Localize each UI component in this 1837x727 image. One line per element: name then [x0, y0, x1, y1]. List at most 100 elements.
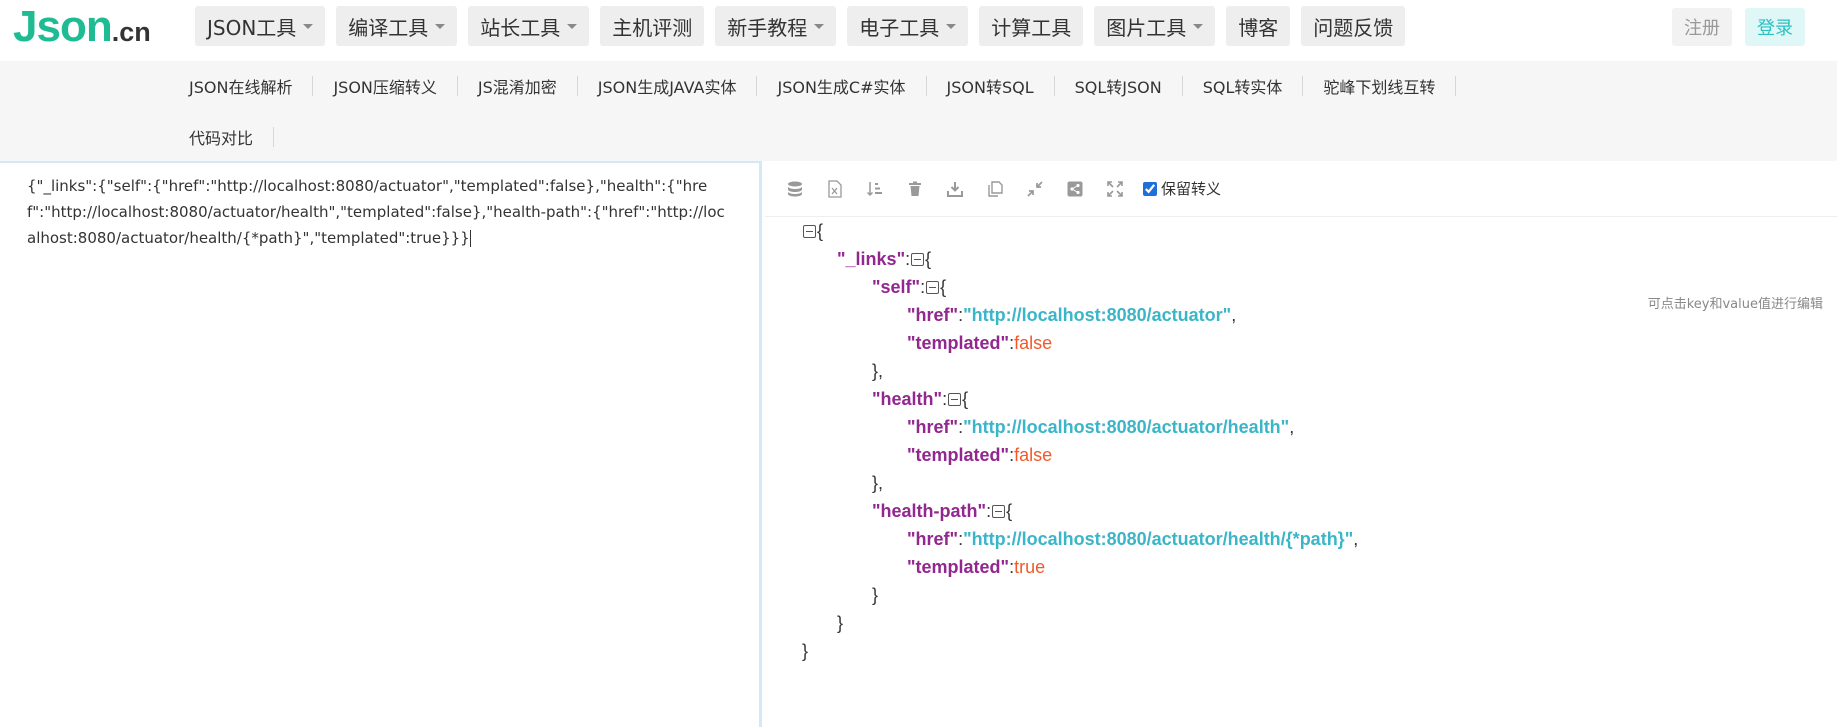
json-input-content: {"_links":{"self":{"href":"http://localh… — [27, 177, 725, 247]
json-bool-value[interactable]: true — [1014, 553, 1045, 581]
expand-icon[interactable] — [1103, 177, 1127, 201]
subnav-link-row1-5[interactable]: JSON转SQL — [927, 74, 1054, 98]
collapse-toggle-icon[interactable] — [926, 280, 940, 294]
viewer-toolbar: 保留转义 — [765, 161, 1837, 217]
sort-icon[interactable] — [863, 177, 887, 201]
trash-icon[interactable] — [903, 177, 927, 201]
tree-row: "_links":{ — [802, 245, 1358, 273]
caret-down-icon — [1193, 23, 1204, 29]
json-string-value[interactable]: "http://localhost:8080/actuator/health" — [963, 413, 1289, 441]
json-key[interactable]: "self" — [872, 273, 920, 301]
nav-item-label: JSON工具 — [207, 15, 297, 40]
tree-row: } — [872, 585, 879, 605]
compress-icon[interactable] — [1023, 177, 1047, 201]
nav-item-label: 编译工具 — [348, 15, 429, 40]
nav-item-6[interactable]: 计算工具 — [979, 6, 1084, 46]
auth-buttons: 注册 登录 — [1672, 8, 1805, 46]
nav-item-8[interactable]: 博客 — [1226, 6, 1291, 46]
brace: } — [802, 641, 809, 661]
subnav-link-row1-8[interactable]: 驼峰下划线互转 — [1303, 74, 1455, 98]
subnav-link-row2-0[interactable]: 代码对比 — [169, 125, 273, 149]
caret-down-icon — [435, 23, 446, 29]
collapse-toggle-icon[interactable] — [992, 504, 1006, 518]
copy-icon[interactable] — [983, 177, 1007, 201]
tree-row: } — [837, 613, 844, 633]
nav-item-label: 博客 — [1238, 15, 1279, 40]
subnav-link-row1-4[interactable]: JSON生成C#实体 — [757, 74, 925, 98]
json-key[interactable]: "templated" — [907, 553, 1009, 581]
download-icon[interactable] — [943, 177, 967, 201]
json-bool-value[interactable]: false — [1014, 329, 1052, 357]
nav-item-5[interactable]: 电子工具 — [847, 6, 969, 46]
tree-row: { — [802, 217, 1358, 245]
collapse-toggle-icon[interactable] — [803, 224, 816, 238]
subnav-link-row1-7[interactable]: SQL转实体 — [1183, 74, 1303, 98]
login-button[interactable]: 登录 — [1745, 8, 1805, 46]
register-button[interactable]: 注册 — [1672, 8, 1732, 46]
subnav-divider — [1455, 76, 1457, 96]
tool-subnav: JSON在线解析 JSON压缩转义 JS混淆加密 JSON生成JAVA实体 JSON生成… — [0, 61, 1837, 161]
keep-escape-option[interactable]: 保留转义 — [1143, 178, 1221, 199]
json-key[interactable]: "_links" — [837, 245, 905, 273]
keep-escape-checkbox[interactable] — [1143, 181, 1157, 196]
tree-row: }, — [872, 473, 884, 493]
tree-row: }, — [872, 361, 884, 381]
tree-row: "health-path":{ — [802, 497, 1358, 525]
site-logo[interactable]: Json .cn — [13, 2, 151, 52]
logo-main: Json — [13, 2, 113, 51]
share-icon[interactable] — [1063, 177, 1087, 201]
subnav-link-row1-6[interactable]: SQL转JSON — [1055, 74, 1182, 98]
caret-down-icon — [567, 23, 578, 29]
tree-row: "href": "http://localhost:8080/actuator/h… — [802, 525, 1358, 553]
subnav-link-row1-0[interactable]: JSON在线解析 — [169, 74, 312, 98]
collapse-toggle-icon[interactable] — [911, 252, 925, 266]
edit-hint: 可点击key和value值进行编辑 — [1647, 297, 1823, 312]
json-string-value[interactable]: "http://localhost:8080/actuator/health/{… — [963, 525, 1353, 553]
json-string-value[interactable]: "http://localhost:8080/actuator" — [963, 301, 1231, 329]
text-cursor — [469, 230, 471, 247]
tree-row: "health":{ — [802, 385, 1358, 413]
subnav-row-2: 代码对比 — [169, 122, 275, 152]
tree-row: "templated": false — [802, 329, 1358, 357]
json-key[interactable]: "href" — [907, 301, 958, 329]
brace: { — [817, 221, 824, 241]
json-tree: { "_links":{ "self":{ "href": "http://loc… — [802, 217, 1358, 665]
tree-row: "templated": false — [802, 441, 1358, 469]
subnav-row-1: JSON在线解析 JSON压缩转义 JS混淆加密 JSON生成JAVA实体 JSON生成… — [169, 71, 1457, 101]
nav-item-7[interactable]: 图片工具 — [1094, 6, 1216, 46]
nav-item-label: 主机评测 — [612, 15, 693, 40]
database-icon[interactable] — [783, 177, 807, 201]
nav-item-label: 问题反馈 — [1313, 15, 1394, 40]
json-key[interactable]: "health-path" — [872, 497, 986, 525]
json-input-text[interactable]: {"_links":{"self":{"href":"http://localh… — [27, 173, 727, 251]
caret-down-icon — [814, 23, 825, 29]
nav-item-label: 站长工具 — [480, 15, 561, 40]
caret-down-icon — [303, 23, 314, 29]
nav-item-label: 电子工具 — [859, 15, 940, 40]
json-key[interactable]: "health" — [872, 385, 942, 413]
nav-item-1[interactable]: 编译工具 — [336, 6, 458, 46]
subnav-link-row1-1[interactable]: JSON压缩转义 — [313, 74, 456, 98]
json-key[interactable]: "href" — [907, 525, 958, 553]
nav-item-2[interactable]: 站长工具 — [468, 6, 590, 46]
json-input-editor[interactable]: {"_links":{"self":{"href":"http://localh… — [0, 161, 762, 727]
tree-row: "templated": true — [802, 553, 1358, 581]
nav-item-3[interactable]: 主机评测 — [600, 6, 705, 46]
caret-down-icon — [946, 23, 957, 29]
nav-item-9[interactable]: 问题反馈 — [1301, 6, 1406, 46]
json-key[interactable]: "templated" — [907, 441, 1009, 469]
json-bool-value[interactable]: false — [1014, 441, 1052, 469]
tree-row: "self":{ — [802, 273, 1358, 301]
json-key[interactable]: "href" — [907, 413, 958, 441]
json-key[interactable]: "templated" — [907, 329, 1009, 357]
tree-row: } — [802, 637, 1358, 665]
nav-item-4[interactable]: 新手教程 — [715, 6, 837, 46]
subnav-link-row1-3[interactable]: JSON生成JAVA实体 — [578, 74, 757, 98]
excel-icon[interactable] — [823, 177, 847, 201]
subnav-link-row1-2[interactable]: JS混淆加密 — [458, 74, 577, 98]
collapse-toggle-icon[interactable] — [948, 392, 962, 406]
json-tree-viewer: 保留转义 可点击key和value值进行编辑 { "_links":{ "sel… — [765, 161, 1837, 727]
subnav-divider — [273, 127, 275, 147]
tree-row: "href": "http://localhost:8080/actuator/h… — [802, 413, 1358, 441]
nav-item-0[interactable]: JSON工具 — [195, 6, 326, 46]
